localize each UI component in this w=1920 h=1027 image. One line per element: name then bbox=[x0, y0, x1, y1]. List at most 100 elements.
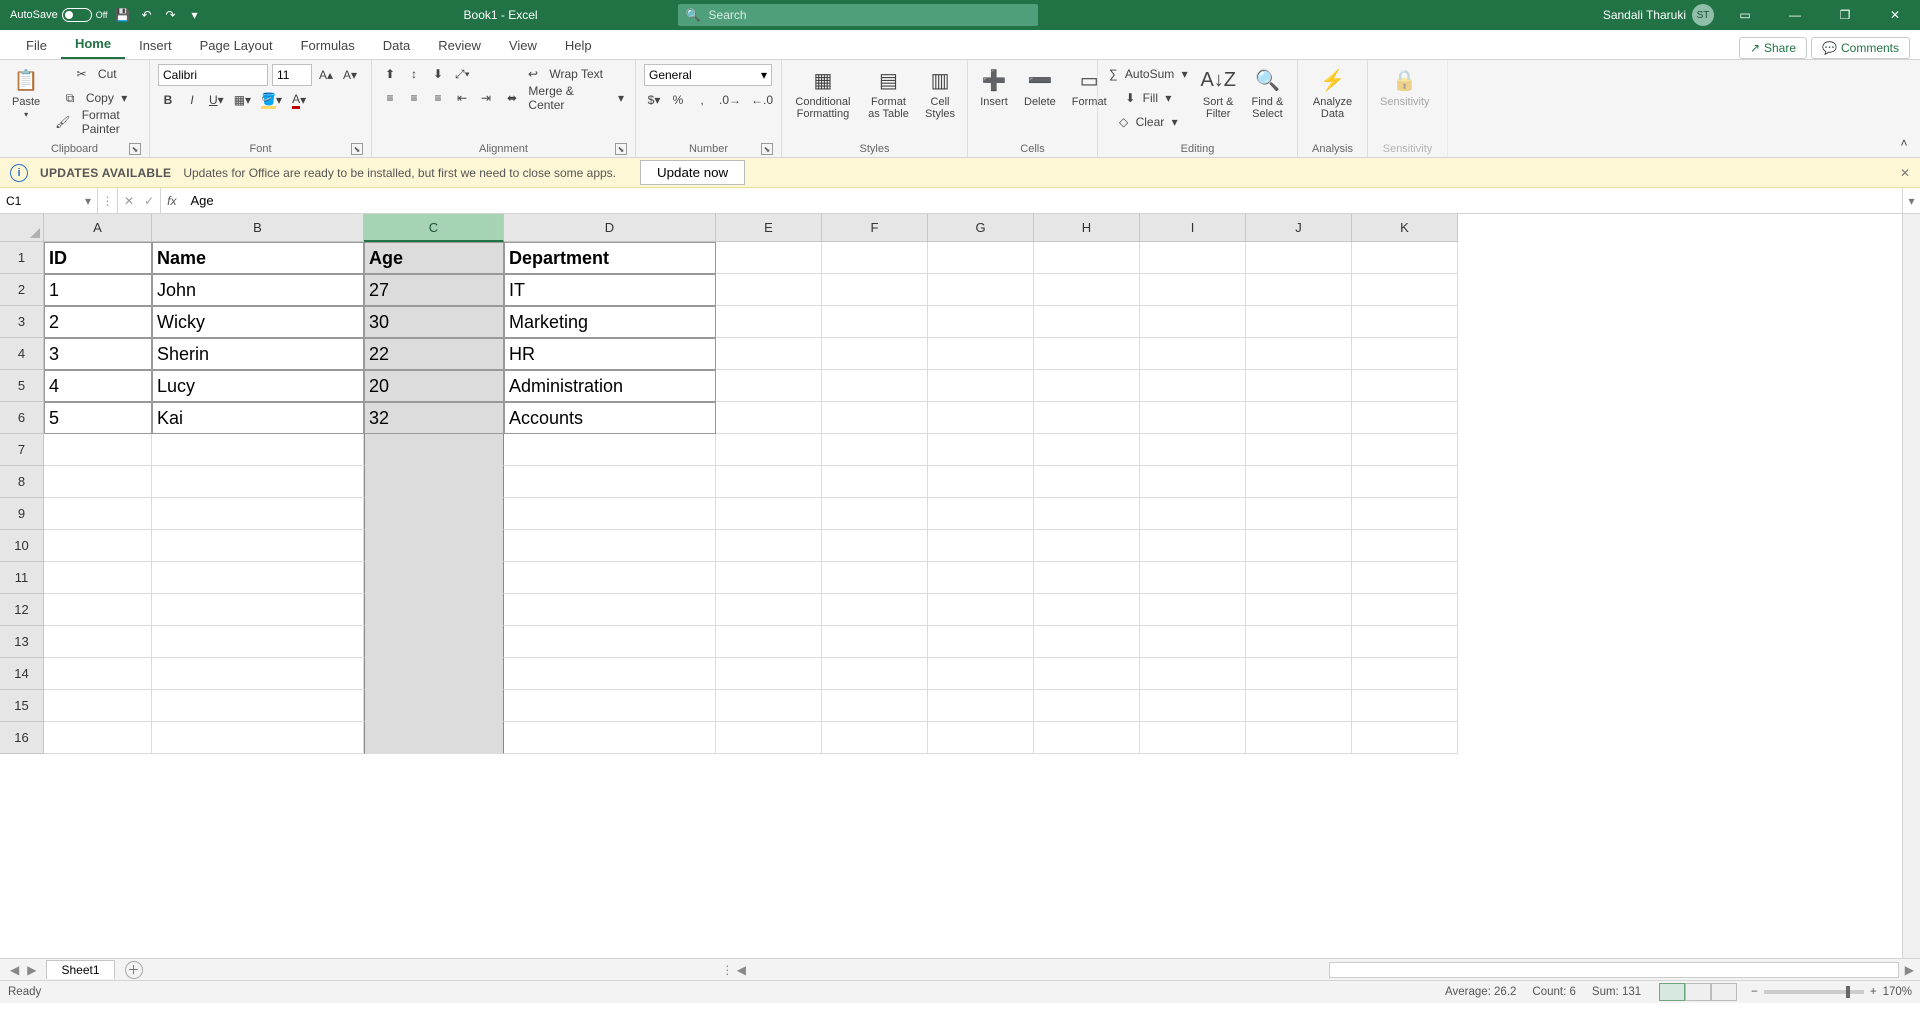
add-sheet-button[interactable]: ＋ bbox=[125, 961, 143, 979]
cell-F13[interactable] bbox=[822, 626, 928, 658]
cell-J4[interactable] bbox=[1246, 338, 1352, 370]
normal-view-button[interactable] bbox=[1659, 983, 1685, 1001]
cell-G2[interactable] bbox=[928, 274, 1034, 306]
borders-button[interactable]: ▦▾ bbox=[231, 90, 254, 110]
column-header-J[interactable]: J bbox=[1246, 214, 1352, 242]
cell-F4[interactable] bbox=[822, 338, 928, 370]
user-account[interactable]: Sandali Tharuki ST bbox=[1603, 4, 1714, 26]
number-launcher[interactable]: ⬊ bbox=[761, 143, 773, 155]
cell-F3[interactable] bbox=[822, 306, 928, 338]
cell-A1[interactable]: ID bbox=[44, 242, 152, 274]
cell-D2[interactable]: IT bbox=[504, 274, 716, 306]
chevron-down-icon[interactable]: ▾ bbox=[85, 194, 91, 208]
decrease-font-icon[interactable]: A▾ bbox=[340, 65, 360, 85]
cell-F6[interactable] bbox=[822, 402, 928, 434]
cell-F14[interactable] bbox=[822, 658, 928, 690]
cell-B13[interactable] bbox=[152, 626, 364, 658]
cell-E4[interactable] bbox=[716, 338, 822, 370]
cell-F11[interactable] bbox=[822, 562, 928, 594]
cell-H14[interactable] bbox=[1034, 658, 1140, 690]
font-color-button[interactable]: A▾ bbox=[289, 90, 309, 110]
cell-J12[interactable] bbox=[1246, 594, 1352, 626]
alignment-launcher[interactable]: ⬊ bbox=[615, 143, 627, 155]
cell-B7[interactable] bbox=[152, 434, 364, 466]
row-header-5[interactable]: 5 bbox=[0, 370, 44, 402]
cell-G14[interactable] bbox=[928, 658, 1034, 690]
vertical-scrollbar[interactable] bbox=[1902, 214, 1920, 958]
namebox-expand-icon[interactable]: ⋮ bbox=[98, 188, 118, 213]
cell-B10[interactable] bbox=[152, 530, 364, 562]
cell-E6[interactable] bbox=[716, 402, 822, 434]
page-layout-view-button[interactable] bbox=[1685, 983, 1711, 1001]
zoom-out-button[interactable]: − bbox=[1751, 986, 1758, 998]
percent-button[interactable]: % bbox=[668, 90, 688, 110]
cell-I4[interactable] bbox=[1140, 338, 1246, 370]
cell-B5[interactable]: Lucy bbox=[152, 370, 364, 402]
cell-H16[interactable] bbox=[1034, 722, 1140, 754]
cell-H11[interactable] bbox=[1034, 562, 1140, 594]
zoom-slider[interactable] bbox=[1764, 990, 1864, 994]
cell-J10[interactable] bbox=[1246, 530, 1352, 562]
cell-I15[interactable] bbox=[1140, 690, 1246, 722]
cell-C1[interactable]: Age bbox=[364, 242, 504, 274]
cell-J7[interactable] bbox=[1246, 434, 1352, 466]
conditional-formatting-button[interactable]: ▦Conditional Formatting bbox=[790, 64, 856, 122]
orientation-icon[interactable]: ⤢▾ bbox=[452, 64, 473, 84]
clear-button[interactable]: ◇ Clear ▾ bbox=[1106, 112, 1191, 132]
cell-B8[interactable] bbox=[152, 466, 364, 498]
cell-K16[interactable] bbox=[1352, 722, 1458, 754]
row-header-1[interactable]: 1 bbox=[0, 242, 44, 274]
tab-help[interactable]: Help bbox=[551, 32, 606, 59]
cell-D5[interactable]: Administration bbox=[504, 370, 716, 402]
cell-J1[interactable] bbox=[1246, 242, 1352, 274]
formula-input[interactable]: Age bbox=[182, 188, 1902, 213]
cell-C10[interactable] bbox=[364, 530, 504, 562]
cell-A12[interactable] bbox=[44, 594, 152, 626]
autosave-toggle[interactable]: AutoSave Off bbox=[10, 8, 108, 22]
cell-E1[interactable] bbox=[716, 242, 822, 274]
row-header-7[interactable]: 7 bbox=[0, 434, 44, 466]
cell-I5[interactable] bbox=[1140, 370, 1246, 402]
autosum-button[interactable]: ∑ AutoSum ▾ bbox=[1106, 64, 1191, 84]
cell-B6[interactable]: Kai bbox=[152, 402, 364, 434]
tab-formulas[interactable]: Formulas bbox=[287, 32, 369, 59]
cell-D4[interactable]: HR bbox=[504, 338, 716, 370]
cell-H9[interactable] bbox=[1034, 498, 1140, 530]
cell-H1[interactable] bbox=[1034, 242, 1140, 274]
qat-dropdown-icon[interactable]: ▾ bbox=[186, 6, 204, 24]
cell-A3[interactable]: 2 bbox=[44, 306, 152, 338]
bold-button[interactable]: B bbox=[158, 90, 178, 110]
cell-C12[interactable] bbox=[364, 594, 504, 626]
cell-H8[interactable] bbox=[1034, 466, 1140, 498]
cell-H10[interactable] bbox=[1034, 530, 1140, 562]
cell-C4[interactable]: 22 bbox=[364, 338, 504, 370]
cell-A9[interactable] bbox=[44, 498, 152, 530]
cut-button[interactable]: ✂ Cut bbox=[52, 64, 141, 84]
decrease-indent-icon[interactable]: ⇤ bbox=[452, 88, 472, 108]
tab-view[interactable]: View bbox=[495, 32, 551, 59]
row-header-8[interactable]: 8 bbox=[0, 466, 44, 498]
cell-H2[interactable] bbox=[1034, 274, 1140, 306]
increase-font-icon[interactable]: A▴ bbox=[316, 65, 336, 85]
hscroll-left-icon[interactable]: ⋮ ◀ bbox=[721, 963, 750, 977]
wrap-text-button[interactable]: ↩ Wrap Text bbox=[504, 64, 627, 84]
clipboard-launcher[interactable]: ⬊ bbox=[129, 143, 141, 155]
cell-E14[interactable] bbox=[716, 658, 822, 690]
cell-K15[interactable] bbox=[1352, 690, 1458, 722]
expand-formula-bar-icon[interactable]: ▾ bbox=[1902, 188, 1920, 213]
cell-C15[interactable] bbox=[364, 690, 504, 722]
increase-indent-icon[interactable]: ⇥ bbox=[476, 88, 496, 108]
row-header-4[interactable]: 4 bbox=[0, 338, 44, 370]
cell-I7[interactable] bbox=[1140, 434, 1246, 466]
cell-E3[interactable] bbox=[716, 306, 822, 338]
cell-K1[interactable] bbox=[1352, 242, 1458, 274]
cell-G4[interactable] bbox=[928, 338, 1034, 370]
cell-D11[interactable] bbox=[504, 562, 716, 594]
horizontal-scrollbar[interactable] bbox=[1329, 962, 1899, 978]
cell-D8[interactable] bbox=[504, 466, 716, 498]
tab-review[interactable]: Review bbox=[424, 32, 495, 59]
collapse-ribbon-icon[interactable]: ˄ bbox=[1894, 133, 1914, 153]
cell-J13[interactable] bbox=[1246, 626, 1352, 658]
underline-button[interactable]: U▾ bbox=[206, 90, 227, 110]
cell-E2[interactable] bbox=[716, 274, 822, 306]
